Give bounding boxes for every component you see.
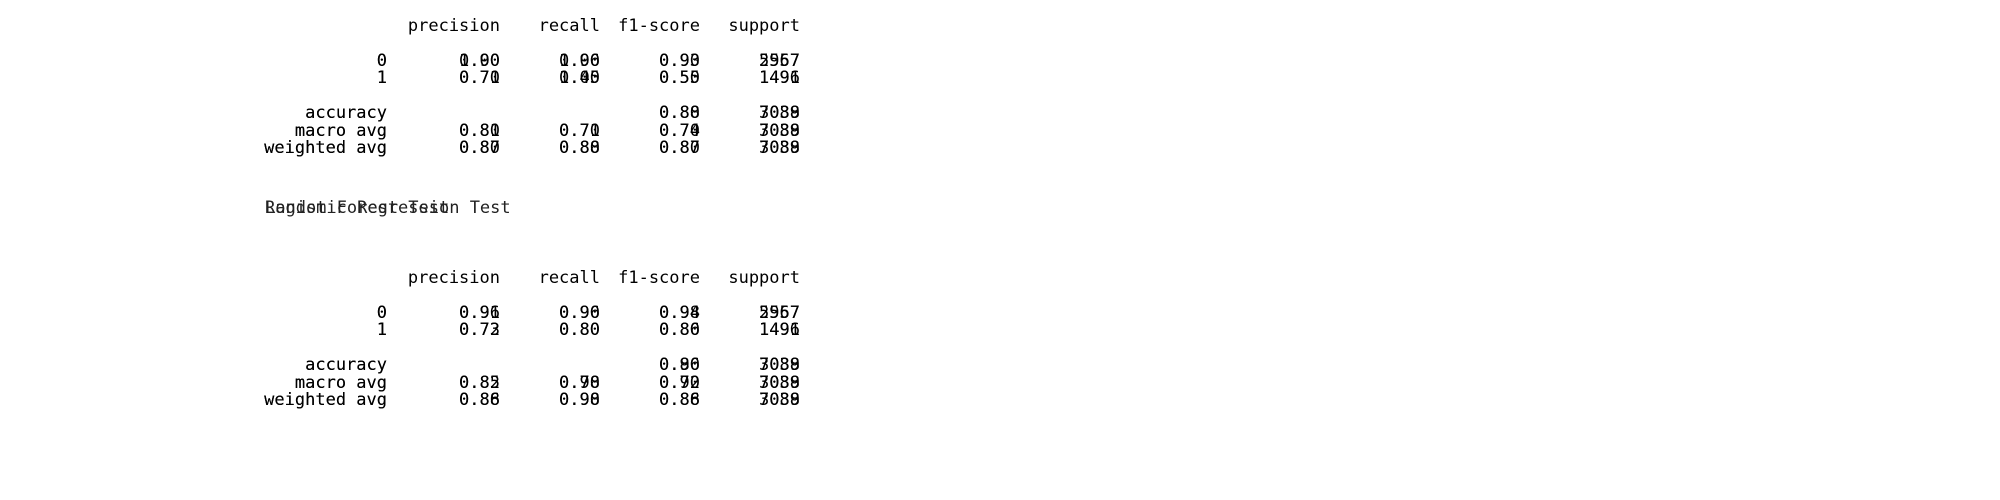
report-layer-2: 0 1.00 0.96 0.90 5557 1 0.70 1.05 0.50 1491 accura… bbox=[0, 50, 820, 158]
row-label: accuracy bbox=[305, 103, 387, 123]
row-label: 1 bbox=[376, 320, 387, 340]
report-header-row: precision recall f1-score support bbox=[0, 268, 820, 288]
title-random-forest: Random Forest Test bbox=[265, 198, 450, 218]
table-row: weighted avg 0.80 0.80 0.80 7089 bbox=[0, 138, 820, 158]
report-layers: 0 0.96 0.90 0.98 2967 1 0.73 0.80 0.80 1496 accura… bbox=[0, 302, 820, 410]
support-value: 7089 bbox=[759, 103, 800, 123]
table-row: weighted avg 0.88 0.98 0.88 7089 bbox=[0, 390, 820, 410]
table-row: accuracy 0.86 7089 bbox=[0, 355, 820, 375]
report-header-row: precision recall f1-score support bbox=[0, 16, 820, 36]
table-row: accuracy 0.80 7089 bbox=[0, 103, 820, 123]
report-title-overlay: Logistic Regression Test Random Forest T… bbox=[265, 198, 511, 218]
support-value: 7089 bbox=[759, 138, 800, 158]
report-layers: 0 0.90 1.00 0.93 2967 1 0.71 0.40 0.55 1496 accura… bbox=[0, 50, 820, 158]
row-label: weighted avg bbox=[264, 390, 387, 410]
row-label: 0 bbox=[376, 50, 387, 71]
classification-report-top: precision recall f1-score support 0 0.90 1… bbox=[0, 16, 820, 158]
header-support: support bbox=[728, 268, 800, 288]
row-label: weighted avg bbox=[264, 138, 387, 158]
row-label: 0 bbox=[376, 302, 387, 323]
support-value: 7089 bbox=[759, 355, 800, 375]
row-label: 1 bbox=[376, 68, 387, 88]
table-row: 1 0.72 0.80 0.86 1491 bbox=[0, 320, 820, 340]
header-support: support bbox=[728, 16, 800, 36]
table-row: 1 0.70 1.05 0.50 1491 bbox=[0, 68, 820, 88]
support-value: 1491 bbox=[759, 320, 800, 340]
report-body-bottom: 0 0.96 0.90 0.98 2967 1 0.73 0.80 0.80 1496 accura… bbox=[0, 302, 820, 410]
report-layer-2: 0 0.91 0.96 0.94 5557 1 0.72 0.80 0.86 1491 accura… bbox=[0, 302, 820, 410]
support-value: 1491 bbox=[759, 68, 800, 88]
report-body-top: 0 0.90 1.00 0.93 2967 1 0.71 0.40 0.55 1496 accura… bbox=[0, 50, 820, 158]
classification-report-bottom: precision recall f1-score support 0 0.96 0… bbox=[0, 268, 820, 410]
support-value: 7089 bbox=[759, 390, 800, 410]
row-label: accuracy bbox=[305, 355, 387, 375]
